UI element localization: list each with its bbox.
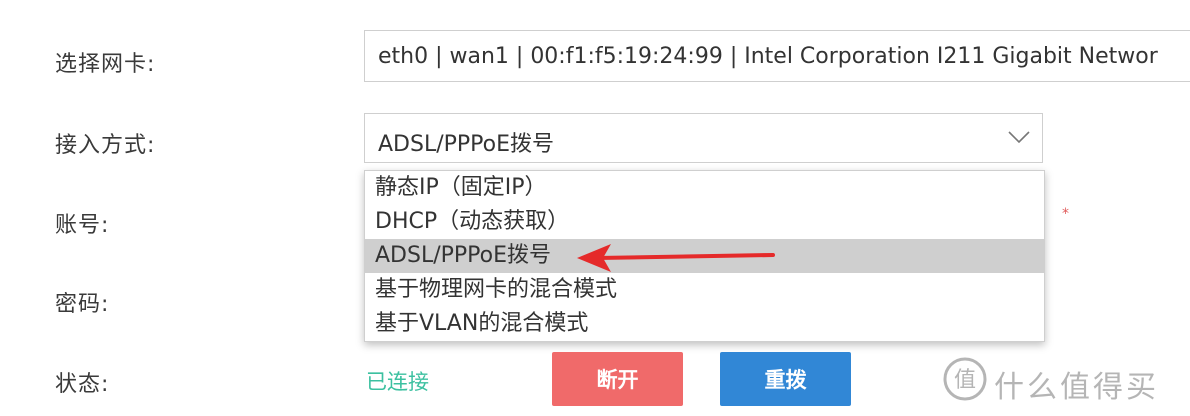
- status-label: 状态:: [55, 372, 110, 397]
- option-static-ip[interactable]: 静态IP（固定IP）: [365, 171, 1044, 205]
- smzdm-logo-icon: 值: [943, 357, 987, 401]
- annotation-arrow-icon: [577, 244, 775, 272]
- disconnect-button[interactable]: 断开: [552, 352, 683, 406]
- watermark-text: 什么值得买: [994, 370, 1159, 405]
- option-dhcp[interactable]: DHCP（动态获取）: [365, 205, 1044, 239]
- option-vlan-hybrid[interactable]: 基于VLAN的混合模式: [365, 307, 1044, 341]
- connection-status: 已连接: [366, 370, 429, 394]
- password-label: 密码:: [55, 292, 110, 317]
- option-physical-nic-hybrid[interactable]: 基于物理网卡的混合模式: [365, 273, 1044, 307]
- nic-select[interactable]: eth0 | wan1 | 00:f1:f5:19:24:99 | Intel …: [364, 30, 1190, 82]
- access-method-value: ADSL/PPPoE拨号: [378, 132, 555, 157]
- watermark: 值 什么值得买: [942, 356, 1182, 405]
- access-method-select[interactable]: ADSL/PPPoE拨号: [364, 113, 1043, 163]
- nic-label: 选择网卡:: [55, 52, 156, 77]
- chevron-down-icon: [1008, 131, 1030, 144]
- nic-select-value: eth0 | wan1 | 00:f1:f5:19:24:99 | Intel …: [378, 44, 1158, 69]
- required-asterisk: *: [1062, 206, 1069, 222]
- access-method-label: 接入方式:: [55, 133, 156, 158]
- redial-button[interactable]: 重拨: [720, 352, 851, 406]
- svg-text:值: 值: [954, 368, 976, 393]
- account-label: 账号:: [55, 213, 110, 238]
